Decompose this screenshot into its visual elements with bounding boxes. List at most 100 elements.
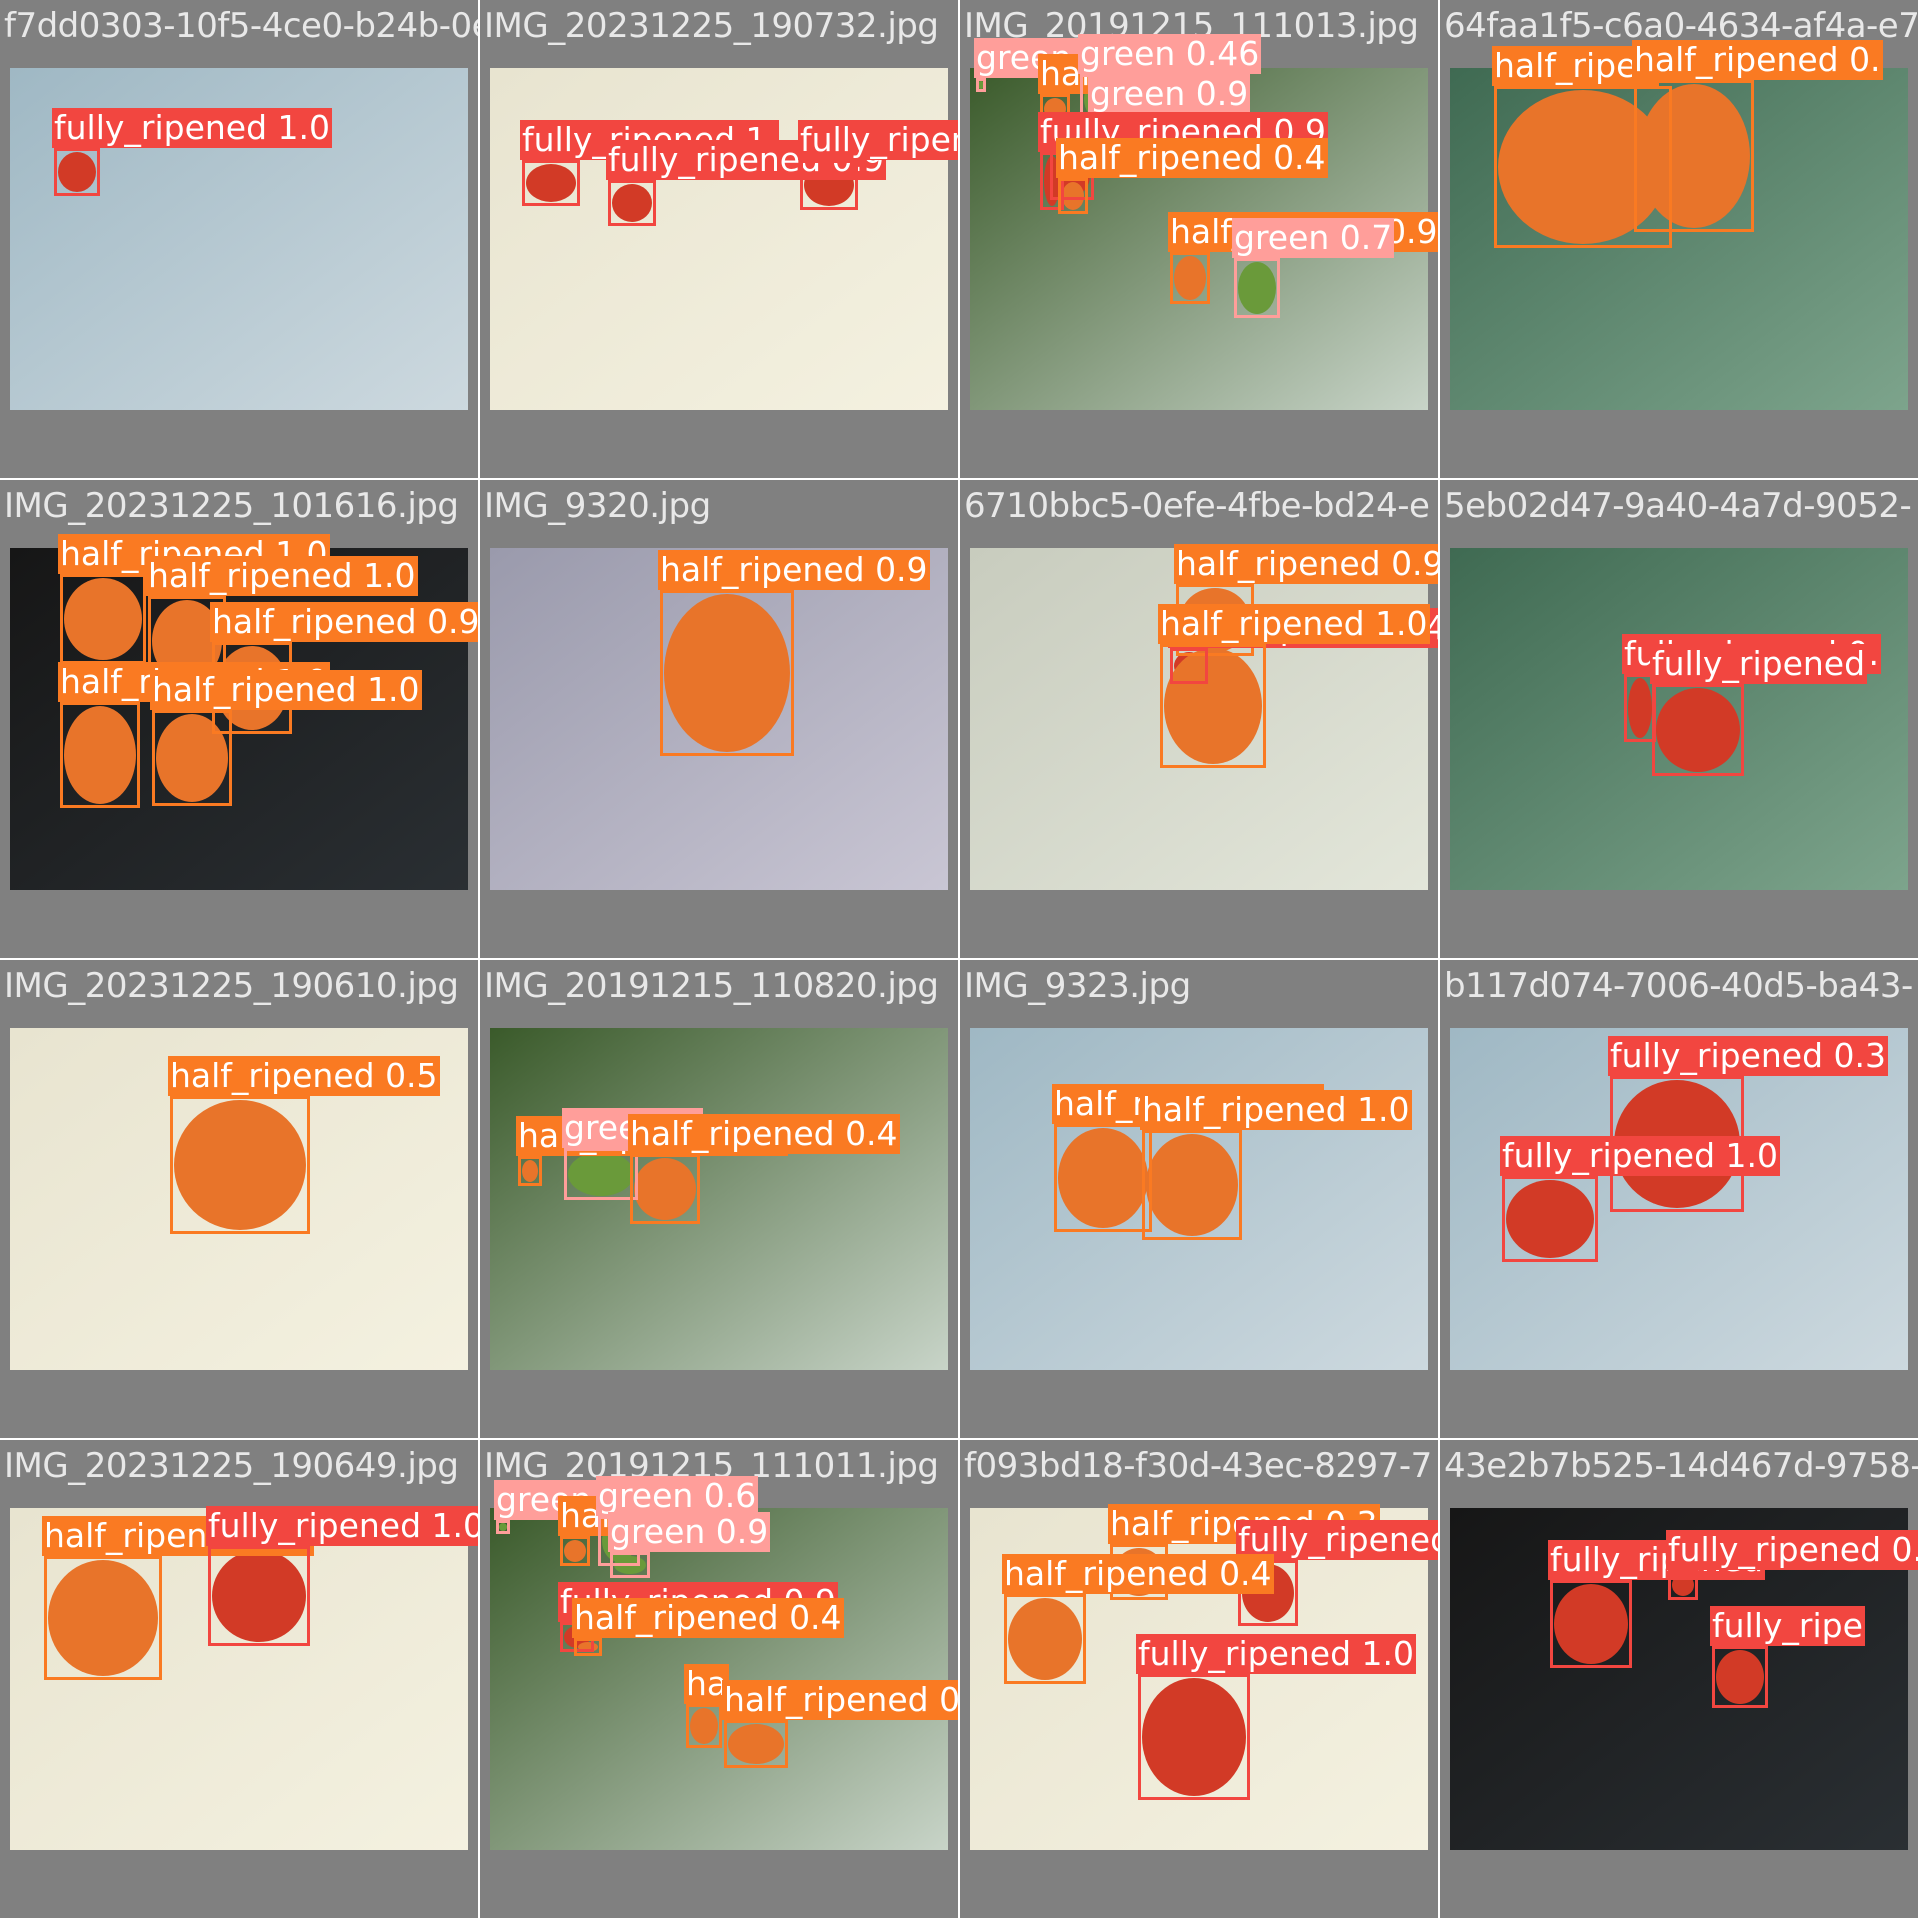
tomato-object [1008, 1598, 1082, 1680]
mosaic-tile: 64faa1f5-c6a0-4634-af4a-e7 half_ripen half… [1440, 0, 1920, 480]
photo-background [10, 548, 468, 890]
tile-filename: f7dd0303-10f5-4ce0-b24b-0e [4, 6, 480, 46]
tile-photo [970, 548, 1428, 890]
mosaic-tile: 5eb02d47-9a40-4a7d-9052-fully_ripened 0.… [1440, 480, 1920, 960]
tomato-object [522, 1160, 538, 1182]
tomato-object [977, 81, 985, 89]
tomato-object [612, 184, 652, 222]
photo-background [490, 1028, 948, 1370]
photo-background [1450, 1028, 1908, 1370]
tile-filename: IMG_20231225_101616.jpg [4, 486, 459, 526]
tile-photo [1450, 1028, 1908, 1370]
detection-label: fully_ripened 0.3 [1666, 1530, 1920, 1570]
tomato-object [578, 1642, 598, 1652]
detection-label: fully_ripened [1650, 644, 1868, 684]
detection-label: fully_ripened 0.9 [798, 120, 960, 160]
tile-photo [10, 1508, 468, 1850]
tile-photo [490, 548, 948, 890]
tile-filename: IMG_9323.jpg [964, 966, 1191, 1006]
photo-background [10, 1508, 468, 1850]
tomato-object [156, 714, 228, 802]
photo-backdrop [490, 1028, 948, 1370]
detection-label: green 0.7 [1232, 218, 1395, 258]
tile-photo [1450, 548, 1908, 890]
detection-label: fully_ripened 1.0 [1500, 1136, 1781, 1176]
tomato-object [1628, 678, 1652, 738]
mosaic-tile: IMG_20191215_110820.jpghalf_ripened 1.0g… [480, 960, 960, 1440]
tile-filename: IMG_9320.jpg [484, 486, 711, 526]
tomato-object [526, 164, 576, 202]
detection-label: half_ripened 0.5 [168, 1056, 440, 1096]
tomato-object [564, 1540, 586, 1562]
detection-label: green 0.46 [1078, 34, 1262, 74]
tomato-object [499, 1523, 507, 1531]
tile-filename: f093bd18-f30d-43ec-8297-7 [964, 1446, 1432, 1486]
detection-label: half_ripened 0.4 [1002, 1554, 1274, 1594]
detection-label: fully_ripe [1710, 1606, 1865, 1646]
tomato-object [690, 1708, 718, 1744]
tile-filename: 43e2b7b525-14d467d-9758- [1444, 1446, 1920, 1486]
photo-background [490, 548, 948, 890]
mosaic-tile: IMG_20191215_111011.jpggreen 0.8half_rip… [480, 1440, 960, 1920]
tile-filename: b117d074-7006-40d5-ba43- [1444, 966, 1913, 1006]
tomato-object [614, 1556, 646, 1574]
detection-label: fully_ripened 0.3 [1608, 1036, 1889, 1076]
tomato-object [1554, 1584, 1628, 1664]
tile-filename: IMG_20231225_190732.jpg [484, 6, 939, 46]
mosaic-tile: 43e2b7b525-14d467d-9758- fully_ripened ful… [1440, 1440, 1920, 1920]
tomato-object [1238, 262, 1276, 314]
detection-label: half_ripened 0.9 [658, 550, 930, 590]
detection-label: half_ripened 0.9 [1174, 544, 1440, 584]
detection-mosaic: f7dd0303-10f5-4ce0-b24b-0e fully_ripened … [0, 0, 1920, 1920]
detection-label: half_ripened 0.4 [1056, 138, 1328, 178]
tile-photo [10, 548, 468, 890]
mosaic-tile: IMG_9323.jpghalf_ripened 0.6half_ripened… [960, 960, 1440, 1440]
detection-label: half_ripened 0.4 [722, 1680, 960, 1720]
tomato-object [1716, 1650, 1764, 1704]
tomato-object [1638, 84, 1750, 228]
tomato-object [48, 1560, 158, 1676]
tomato-object [664, 594, 790, 752]
detection-label: half_ripened 0. [1632, 40, 1883, 80]
photo-background [970, 1028, 1428, 1370]
photo-background [970, 548, 1428, 890]
mosaic-tile: IMG_9320.jpg half_ripened 0.9 [480, 480, 960, 960]
detection-label: half_ripened 1.0 [146, 556, 418, 596]
tomato-object [634, 1158, 696, 1220]
tomato-object [174, 1100, 306, 1230]
tomato-object [1656, 688, 1740, 772]
tile-photo [1450, 68, 1908, 410]
tile-filename: IMG_20231225_190610.jpg [4, 966, 459, 1006]
detection-label: fully_ripened 1.0 [1136, 1634, 1417, 1674]
mosaic-tile: b117d074-7006-40d5-ba43- fully_ripened 0.… [1440, 960, 1920, 1440]
tile-filename: IMG_20191215_110820.jpg [484, 966, 939, 1006]
tomato-object [1174, 256, 1206, 300]
detection-label: green 0.9 [608, 1512, 771, 1552]
tomato-object [728, 1724, 784, 1764]
tomato-object [1146, 1134, 1238, 1236]
detection-label: green 0.6 [596, 1476, 759, 1516]
mosaic-tile: f7dd0303-10f5-4ce0-b24b-0e fully_ripened … [0, 0, 480, 480]
detection-label: fully_ripened 1.0 [206, 1506, 480, 1546]
tile-filename: 5eb02d47-9a40-4a7d-9052- [1444, 486, 1912, 526]
mosaic-tile: IMG_20231225_101616.jpg half_ripened 1.0 h… [0, 480, 480, 960]
tomato-object [212, 1550, 306, 1642]
detection-label: fully_ripened 1.0 [52, 108, 333, 148]
tomato-object [1506, 1180, 1594, 1258]
tomato-object [1062, 182, 1084, 210]
tomato-object [58, 152, 96, 192]
mosaic-tile: IMG_20231225_190649.jpg half_ripened 0.5 f… [0, 1440, 480, 1920]
mosaic-tile: IMG_20191215_111013.jpggreen 0.7half_rip… [960, 0, 1440, 480]
tomato-object [64, 706, 136, 804]
detection-label: half_ripened 1.0 [150, 670, 422, 710]
tile-photo [490, 1028, 948, 1370]
detection-label: half_ripened 1.0 [1158, 604, 1430, 644]
detection-label: half_ripened 0.9 [210, 602, 480, 642]
photo-background [1450, 68, 1908, 410]
detection-label: half_ripened 1.0 [1140, 1090, 1412, 1130]
detection-label: half_ripened 0.4 [628, 1114, 900, 1154]
mosaic-tile: f093bd18-f30d-43ec-8297-7 half_ripened 0.… [960, 1440, 1440, 1920]
tomato-object [1058, 1128, 1148, 1228]
tile-filename: IMG_20231225_190649.jpg [4, 1446, 459, 1486]
mosaic-tile: 6710bbc5-0efe-4fbe-bd24-e half_ripened 0.… [960, 480, 1440, 960]
